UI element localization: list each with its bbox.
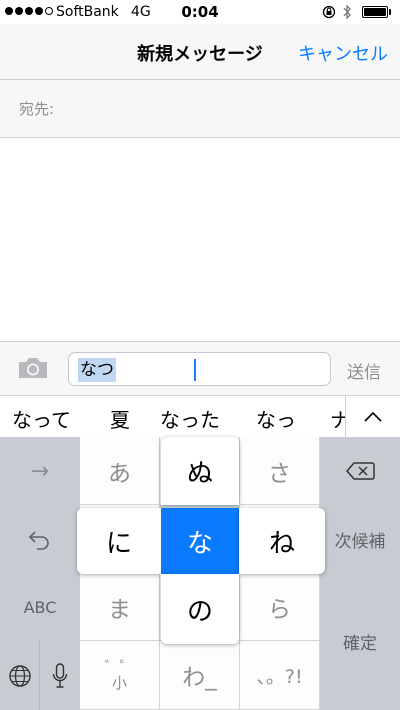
nav-bar: 新規メッセージ キャンセル (0, 24, 400, 80)
key-ma[interactable]: ま (80, 573, 160, 641)
battery-tip (389, 9, 391, 15)
key-a[interactable]: あ (80, 437, 160, 505)
cancel-button[interactable]: キャンセル (298, 40, 388, 66)
undo-key[interactable] (0, 505, 80, 573)
cursor-right-key[interactable]: → (0, 437, 80, 505)
status-time: 0:04 (181, 3, 219, 21)
expand-candidates-button[interactable] (345, 396, 400, 437)
message-input[interactable]: なつ (68, 352, 331, 386)
delete-key[interactable] (320, 437, 400, 505)
candidate-item[interactable]: なって (12, 404, 71, 433)
candidate-item[interactable]: 夏 (110, 404, 130, 433)
globe-key[interactable] (0, 641, 40, 710)
network-type: 4G (131, 4, 151, 20)
send-button[interactable]: 送信 (347, 358, 381, 383)
globe-icon (8, 664, 31, 687)
delete-icon (346, 462, 375, 480)
marked-text: なつ (78, 358, 116, 382)
recipient-field[interactable]: 宛先: (0, 80, 400, 138)
candidate-bar: なって 夏 なった なっ ナ (0, 395, 400, 437)
flick-right-ne[interactable]: ね (239, 508, 325, 574)
signal-dot (15, 7, 23, 15)
signal-dot (5, 7, 13, 15)
confirm-key[interactable]: 確定 (320, 573, 400, 710)
carrier-name: SoftBank (56, 4, 119, 20)
keyboard: → ABC あ さ ま ら ゛゜ 小 わ_ 、。?! 次候補 確定 ぬ に な … (0, 437, 400, 710)
microphone-icon (52, 662, 68, 688)
message-area (0, 138, 400, 341)
flick-center-na[interactable]: な (161, 508, 239, 574)
candidate-item[interactable]: なった (160, 404, 220, 433)
flick-up-nu[interactable]: ぬ (161, 437, 239, 505)
key-ra[interactable]: ら (240, 573, 320, 641)
abc-key[interactable]: ABC (0, 573, 80, 641)
key-wa[interactable]: わ_ (160, 641, 240, 710)
chevron-up-icon (364, 411, 382, 422)
bluetooth-icon (343, 4, 351, 20)
signal-dot (35, 7, 43, 15)
orientation-lock-icon (322, 5, 336, 19)
camera-icon[interactable] (17, 356, 49, 380)
battery-icon (362, 6, 388, 18)
recipient-label: 宛先: (19, 100, 55, 118)
candidate-item[interactable]: なっ (256, 404, 296, 433)
key-sa[interactable]: さ (240, 437, 320, 505)
signal-dot (25, 7, 33, 15)
signal-strength (5, 7, 53, 17)
text-caret (194, 359, 196, 381)
dictation-key[interactable] (40, 641, 80, 710)
dakuten-key[interactable]: ゛゜ 小 (80, 641, 160, 710)
next-candidate-key[interactable]: 次候補 (320, 505, 400, 573)
flick-down-no[interactable]: の (161, 574, 239, 644)
compose-bar: なつ 送信 (0, 341, 400, 395)
flick-left-ni[interactable]: に (77, 508, 161, 574)
signal-dot (45, 7, 53, 15)
punctuation-key[interactable]: 、。?! (240, 641, 320, 710)
status-bar: SoftBank 4G 0:04 (0, 0, 400, 24)
undo-icon (28, 531, 49, 550)
